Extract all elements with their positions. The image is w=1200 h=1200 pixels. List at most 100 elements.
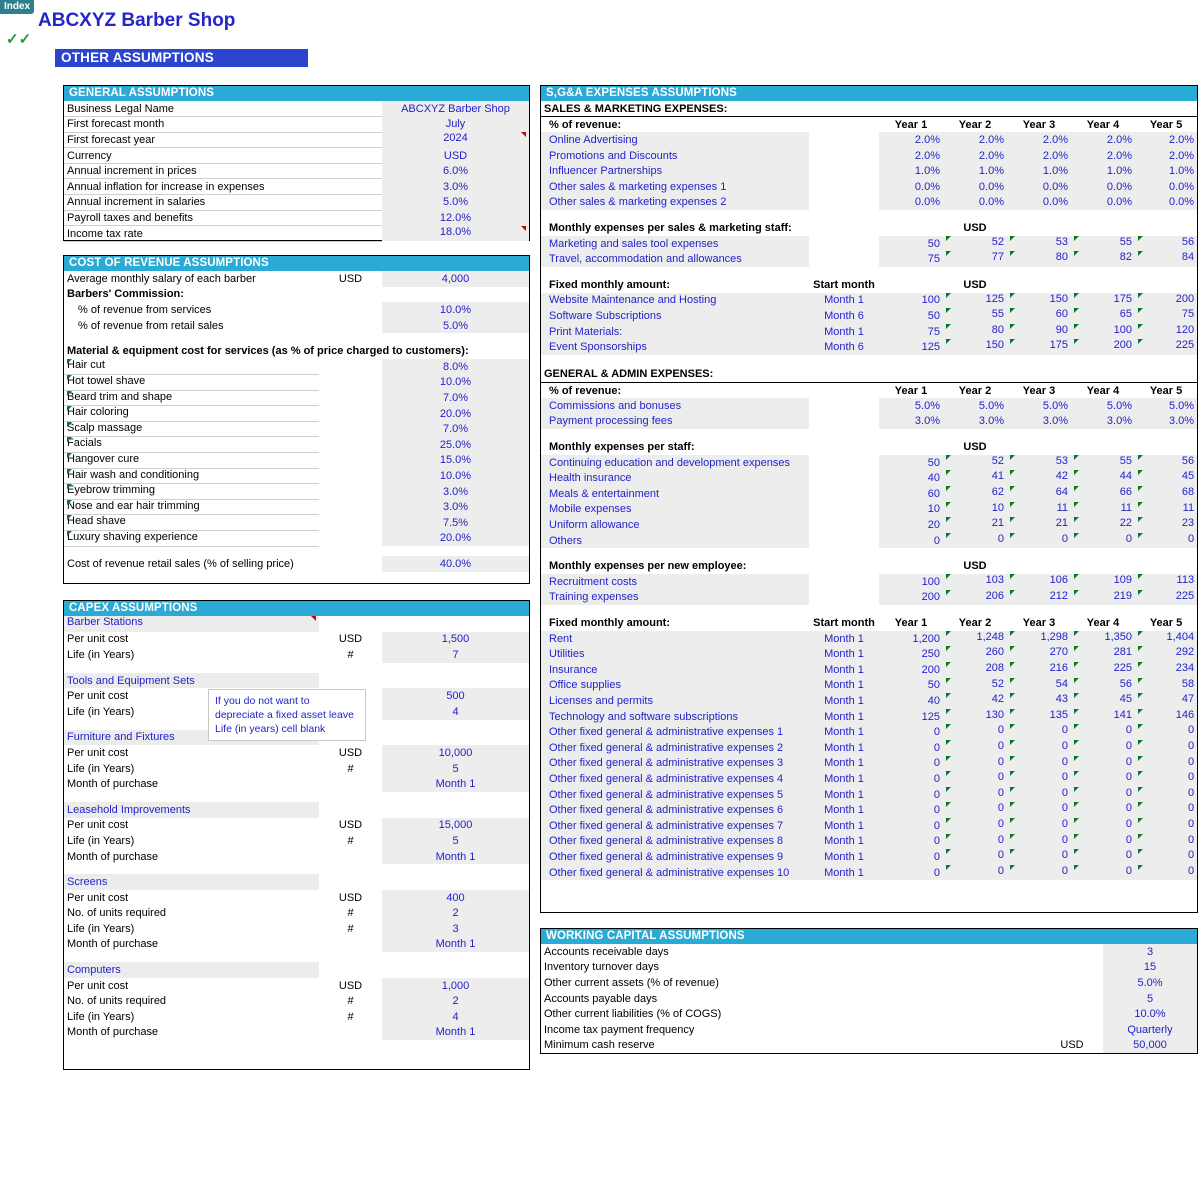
capex-value-input[interactable]: 15,000 (382, 817, 529, 834)
sga-value-input[interactable]: 0 (943, 532, 1007, 549)
sga-value-input[interactable]: 53 (1007, 454, 1071, 471)
sga-value-input[interactable]: 125 (943, 292, 1007, 309)
sga-value-input[interactable]: 146 (1135, 708, 1198, 725)
sga-value-input[interactable]: 0 (1007, 724, 1071, 740)
sga-value-input[interactable]: 5.0% (1071, 398, 1135, 414)
general-value-input[interactable]: 6.0% (382, 163, 529, 179)
sga-value-input[interactable]: 0 (1135, 771, 1198, 787)
commission-input[interactable]: 5.0% (382, 317, 529, 334)
retail-cost-input[interactable]: 40.0% (382, 556, 529, 572)
sga-value-input[interactable]: 0 (1135, 864, 1198, 881)
sga-value-input[interactable]: 206 (943, 589, 1007, 606)
sga-value-input[interactable]: 1.0% (879, 163, 943, 179)
sga-value-input[interactable]: 0 (1007, 739, 1071, 756)
sga-value-input[interactable]: 21 (943, 517, 1007, 533)
sga-value-input[interactable]: 0 (943, 739, 1007, 756)
working-capital-input[interactable]: Quarterly (1103, 1021, 1197, 1038)
sga-value-input[interactable]: 0 (1007, 802, 1071, 818)
capex-value-input[interactable]: Month 1 (382, 848, 529, 865)
sga-value-input[interactable]: 3.0% (1135, 413, 1198, 430)
sga-value-input[interactable]: 2.0% (943, 132, 1007, 148)
sga-value-input[interactable]: 52 (943, 677, 1007, 694)
sga-value-input[interactable]: 80 (1007, 251, 1071, 267)
sga-value-input[interactable]: 68 (1135, 486, 1198, 502)
sga-value-input[interactable]: 0 (879, 802, 943, 818)
sga-value-input[interactable]: 0 (1071, 833, 1135, 850)
start-month-input[interactable]: Month 1 (809, 864, 879, 881)
general-value-input[interactable]: 2024 (382, 132, 529, 148)
sga-value-input[interactable]: 40 (879, 693, 943, 709)
sga-value-input[interactable]: 0 (879, 849, 943, 865)
sga-value-input[interactable]: 135 (1007, 708, 1071, 725)
sga-value-input[interactable]: 10 (879, 501, 943, 518)
sga-value-input[interactable]: 234 (1135, 662, 1198, 678)
sga-value-input[interactable]: 0 (943, 786, 1007, 803)
sga-value-input[interactable]: 0 (879, 755, 943, 772)
sga-value-input[interactable]: 80 (943, 323, 1007, 340)
sga-value-input[interactable]: 2.0% (879, 132, 943, 148)
sga-value-input[interactable]: 52 (943, 454, 1007, 471)
sga-value-input[interactable]: 0 (879, 786, 943, 803)
sga-value-input[interactable]: 0 (1135, 833, 1198, 850)
capex-value-input[interactable]: 5 (382, 760, 529, 777)
working-capital-input[interactable]: 15 (1103, 959, 1197, 976)
general-value-input[interactable]: July (382, 116, 529, 133)
sga-value-input[interactable]: 0 (1071, 724, 1135, 740)
sga-value-input[interactable]: 3.0% (943, 413, 1007, 430)
sga-value-input[interactable]: 260 (943, 646, 1007, 662)
sga-value-input[interactable]: 0 (1071, 849, 1135, 865)
sga-value-input[interactable]: 5.0% (943, 398, 1007, 414)
sga-value-input[interactable]: 0 (879, 532, 943, 549)
service-cost-input[interactable]: 10.0% (382, 374, 529, 391)
sga-value-input[interactable]: 1.0% (1071, 163, 1135, 179)
sga-value-input[interactable]: 0 (879, 739, 943, 756)
sga-value-input[interactable]: 0 (1007, 755, 1071, 772)
sga-value-input[interactable]: 2.0% (943, 147, 1007, 164)
capex-value-input[interactable]: 10,000 (382, 745, 529, 761)
general-value-input[interactable]: 12.0% (382, 210, 529, 226)
sga-value-input[interactable]: 21 (1007, 517, 1071, 533)
sga-value-input[interactable]: 56 (1135, 235, 1198, 252)
start-month-input[interactable]: Month 1 (809, 646, 879, 662)
sga-value-input[interactable]: 52 (943, 235, 1007, 252)
capex-value-input[interactable]: 4 (382, 1009, 529, 1025)
start-month-input[interactable]: Month 1 (809, 755, 879, 772)
sga-value-input[interactable]: 200 (879, 662, 943, 678)
sga-value-input[interactable]: 0 (1071, 755, 1135, 772)
sga-value-input[interactable]: 44 (1071, 470, 1135, 487)
sga-value-input[interactable]: 1,248 (943, 630, 1007, 647)
sga-value-input[interactable]: 1,350 (1071, 630, 1135, 647)
service-cost-input[interactable]: 7.5% (382, 514, 529, 531)
sga-value-input[interactable]: 0.0% (943, 194, 1007, 211)
sga-value-input[interactable]: 50 (879, 454, 943, 471)
general-value-input[interactable]: 3.0% (382, 178, 529, 195)
sga-value-input[interactable]: 125 (879, 708, 943, 725)
sga-value-input[interactable]: 42 (943, 693, 1007, 709)
sga-value-input[interactable]: 0 (1071, 817, 1135, 834)
service-cost-input[interactable]: 3.0% (382, 483, 529, 500)
start-month-input[interactable]: Month 1 (809, 630, 879, 647)
sga-value-input[interactable]: 0.0% (1135, 178, 1198, 195)
sga-value-input[interactable]: 1,298 (1007, 630, 1071, 647)
sga-value-input[interactable]: 5.0% (1007, 398, 1071, 414)
sga-value-input[interactable]: 55 (1071, 235, 1135, 252)
sga-value-input[interactable]: 1,404 (1135, 630, 1198, 647)
sga-value-input[interactable]: 56 (1135, 454, 1198, 471)
sga-value-input[interactable]: 0 (943, 755, 1007, 772)
sga-value-input[interactable]: 0 (1071, 532, 1135, 549)
capex-value-input[interactable]: 1,500 (382, 631, 529, 648)
sga-value-input[interactable]: 66 (1071, 486, 1135, 502)
capex-value-input[interactable]: 3 (382, 921, 529, 937)
sga-value-input[interactable]: 0 (1135, 817, 1198, 834)
sga-value-input[interactable]: 0 (879, 833, 943, 850)
sga-value-input[interactable]: 0 (1135, 739, 1198, 756)
sga-value-input[interactable]: 90 (1007, 323, 1071, 340)
capex-value-input[interactable]: 2 (382, 905, 529, 922)
sga-value-input[interactable]: 0 (1007, 532, 1071, 549)
sga-value-input[interactable]: 3.0% (1071, 413, 1135, 430)
sga-value-input[interactable]: 125 (879, 339, 943, 355)
sga-value-input[interactable]: 225 (1071, 662, 1135, 678)
sga-value-input[interactable]: 0.0% (1071, 194, 1135, 211)
sga-value-input[interactable]: 45 (1135, 470, 1198, 487)
general-value-input[interactable]: 5.0% (382, 194, 529, 211)
